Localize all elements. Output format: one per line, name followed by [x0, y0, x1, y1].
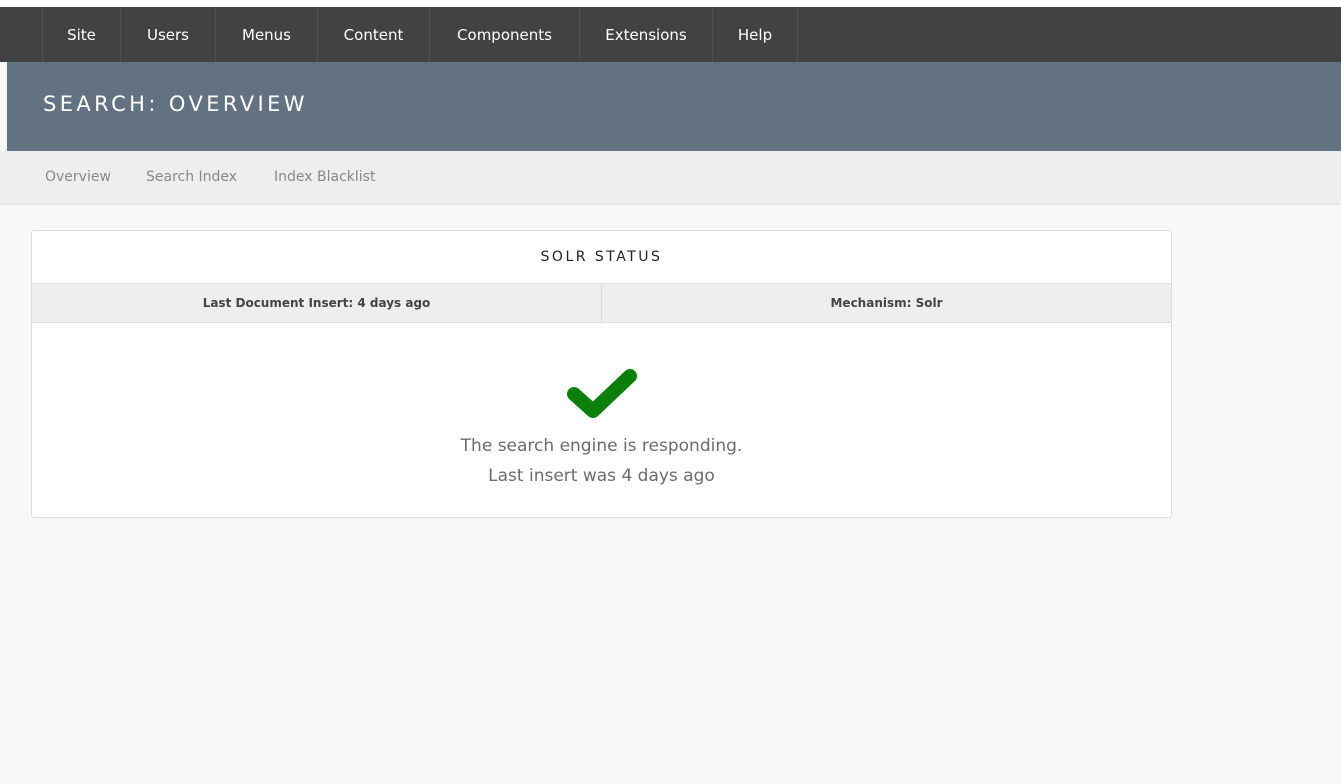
status-message: The search engine is responding. — [460, 436, 743, 456]
subnav-item-search-index[interactable]: Search Index — [146, 169, 237, 185]
last-insert-stat: Last Document Insert: 4 days ago — [202, 296, 431, 310]
stat-row: Last Document Insert: 4 days ago Mechani… — [32, 283, 1171, 323]
status-body: The search engine is responding. Last in… — [32, 323, 1171, 517]
solr-status-panel: SOLR STATUS Last Document Insert: 4 days… — [31, 230, 1172, 518]
nav-item-users[interactable]: Users — [121, 7, 216, 62]
check-icon — [567, 369, 637, 418]
nav-item-content[interactable]: Content — [318, 7, 430, 62]
subnav-item-overview[interactable]: Overview — [45, 169, 111, 185]
mechanism-stat: Mechanism: Solr — [601, 284, 1171, 322]
subnav-item-index-blacklist[interactable]: Index Blacklist — [274, 169, 375, 185]
top-navigation: Site Users Menus Content Components Exte… — [0, 0, 1341, 62]
nav-item-help[interactable]: Help — [713, 7, 798, 62]
nav-item-components[interactable]: Components — [430, 7, 580, 62]
top-nav-list: Site Users Menus Content Components Exte… — [42, 7, 1341, 62]
panel-title: SOLR STATUS — [540, 249, 663, 265]
nav-item-extensions[interactable]: Extensions — [580, 7, 713, 62]
nav-item-site[interactable]: Site — [43, 7, 121, 62]
sub-navigation: Overview Search Index Index Blacklist — [0, 151, 1341, 205]
page-title: SEARCH: OVERVIEW — [43, 92, 308, 116]
page-header: SEARCH: OVERVIEW — [7, 62, 1341, 151]
nav-item-menus[interactable]: Menus — [216, 7, 318, 62]
last-insert-message: Last insert was 4 days ago — [488, 466, 715, 486]
